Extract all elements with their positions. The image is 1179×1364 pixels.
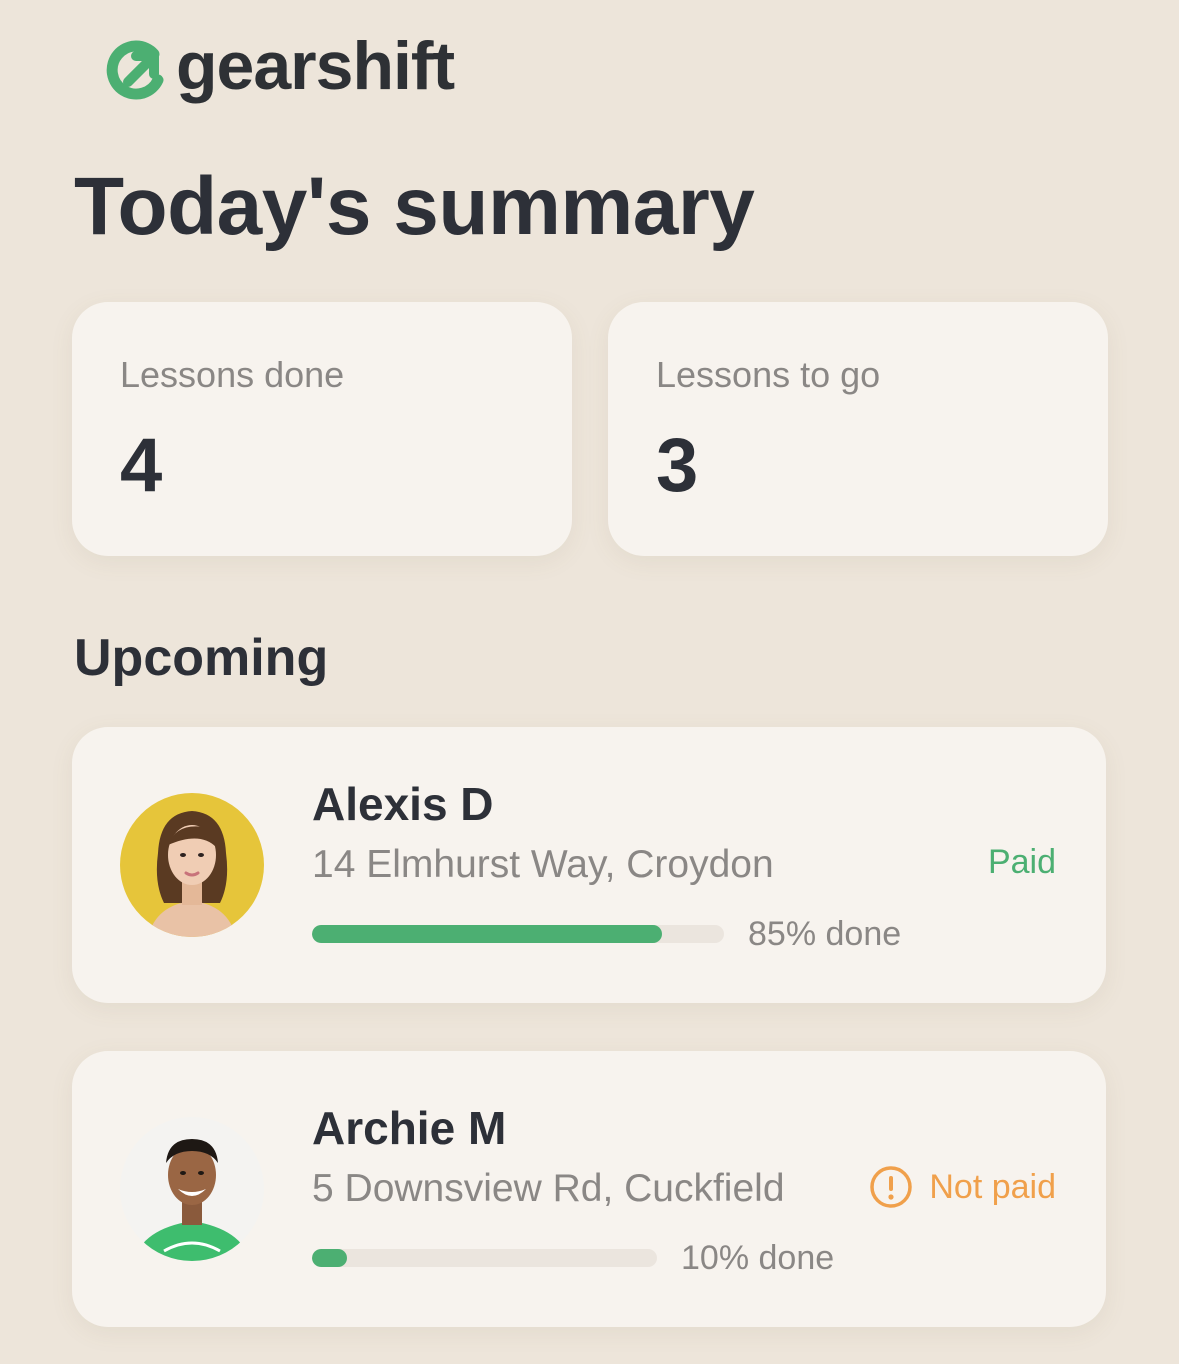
payment-status-label: Not paid <box>929 1167 1056 1206</box>
student-name: Archie M <box>312 1102 507 1154</box>
brand-logo: gearshift <box>104 32 455 106</box>
lessons-to-go-value: 3 <box>656 423 699 508</box>
payment-status: Paid <box>988 843 1056 882</box>
lessons-to-go-card: Lessons to go 3 <box>608 302 1108 556</box>
student-address: 5 Downsview Rd, Cuckfield <box>312 1167 785 1210</box>
lesson-progress-bar <box>312 1249 657 1267</box>
lesson-card-archie[interactable]: Archie M 5 Downsview Rd, Cuckfield 10% d… <box>72 1051 1106 1327</box>
lessons-done-label: Lessons done <box>120 354 345 395</box>
lesson-progress-fill <box>312 925 663 943</box>
student-photo <box>120 1117 264 1261</box>
student-photo <box>120 793 264 937</box>
alert-circle-icon <box>870 1166 913 1208</box>
student-name: Alexis D <box>312 778 494 830</box>
student-address: 14 Elmhurst Way, Croydon <box>312 843 774 886</box>
lesson-progress-fill <box>312 1249 347 1267</box>
gearshift-logo-icon <box>106 40 164 100</box>
payment-status: Not paid <box>869 1165 1056 1209</box>
lessons-done-value: 4 <box>120 423 163 508</box>
brand-name: gearshift <box>176 28 455 104</box>
lesson-card-alexis[interactable]: Alexis D 14 Elmhurst Way, Croydon 85% do… <box>72 727 1106 1003</box>
lesson-progress-text: 85% done <box>748 915 902 953</box>
lessons-to-go-label: Lessons to go <box>656 354 881 395</box>
lessons-done-card: Lessons done 4 <box>72 302 572 556</box>
lesson-progress-bar <box>312 925 724 943</box>
payment-status-label: Paid <box>987 843 1056 881</box>
avatar <box>120 1117 264 1261</box>
lesson-progress-text: 10% done <box>681 1239 835 1277</box>
avatar <box>120 793 264 937</box>
page-title: Today's summary <box>74 161 755 252</box>
upcoming-heading: Upcoming <box>74 629 329 687</box>
